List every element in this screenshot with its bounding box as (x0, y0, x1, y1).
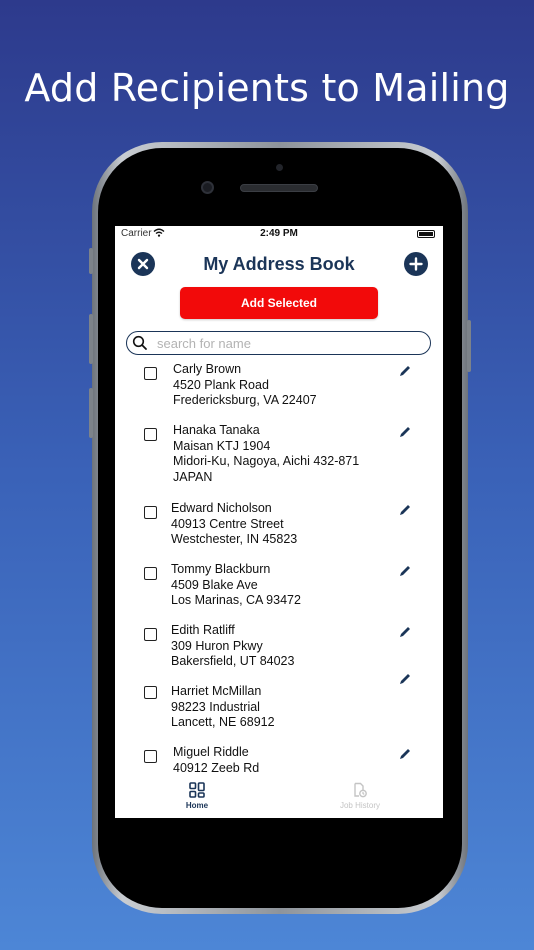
contact-checkbox[interactable] (144, 567, 157, 580)
contact-address: Edward Nicholson 40913 Centre Street Wes… (171, 501, 297, 548)
address-line: Midori-Ku, Nagoya, Aichi 432-871 (173, 454, 360, 469)
tab-job-history[interactable]: Job History (310, 782, 410, 810)
address-line: Fredericksburg, VA 22407 (173, 393, 317, 408)
address-line: 4520 Plank Road (173, 377, 269, 392)
search-placeholder: search for name (157, 336, 251, 351)
contact-address: Miguel Riddle 40912 Zeeb Rd (173, 745, 259, 776)
address-line: 309 Huron Pkwy (171, 638, 263, 653)
contact-checkbox[interactable] (144, 686, 157, 699)
pencil-icon[interactable] (398, 672, 412, 686)
search-field[interactable]: search for name (126, 331, 431, 355)
address-line: JAPAN (173, 469, 213, 484)
contact-checkbox[interactable] (144, 628, 157, 641)
headline: Add Recipients to Mailing (24, 66, 510, 110)
pencil-icon[interactable] (398, 503, 412, 517)
contact-address: Carly Brown 4520 Plank Road Fredericksbu… (173, 362, 317, 409)
contact-checkbox[interactable] (144, 428, 157, 441)
tab-bar: Home Job History (115, 778, 443, 818)
contact-name: Edward Nicholson (171, 501, 272, 515)
mute-switch (89, 248, 93, 274)
tab-home[interactable]: Home (147, 782, 247, 810)
address-line: Los Marinas, CA 93472 (171, 593, 301, 608)
address-line: Maisan KTJ 1904 (173, 438, 271, 453)
page-title: My Address Book (203, 254, 355, 274)
contact-name: Tommy Blackburn (171, 562, 271, 576)
document-clock-icon (354, 782, 367, 798)
pencil-icon[interactable] (398, 747, 412, 761)
add-selected-button[interactable]: Add Selected (180, 287, 378, 319)
contact-checkbox[interactable] (144, 750, 157, 763)
contact-name: Harriet McMillan (171, 684, 262, 698)
battery-icon (417, 230, 435, 238)
front-camera (201, 181, 214, 194)
earpiece-speaker (240, 184, 318, 192)
contact-address: Edith Ratliff 309 Huron Pkwy Bakersfield… (171, 623, 294, 670)
grid-icon (189, 782, 205, 798)
tab-history-label: Job History (339, 801, 380, 810)
contact-name: Edith Ratliff (171, 623, 235, 637)
tab-home-label: Home (185, 801, 209, 810)
contact-checkbox[interactable] (144, 506, 157, 519)
plus-icon (409, 257, 423, 271)
search-icon (132, 335, 147, 350)
address-line: 40913 Centre Street (171, 516, 284, 531)
contact-checkbox[interactable] (144, 367, 157, 380)
pencil-icon[interactable] (398, 564, 412, 578)
volume-up-button (89, 314, 93, 364)
contact-name: Carly Brown (173, 362, 242, 376)
address-line: 40912 Zeeb Rd (173, 760, 260, 775)
add-contact-button[interactable] (404, 252, 428, 276)
volume-down-button (89, 388, 93, 438)
pencil-icon[interactable] (398, 625, 412, 639)
contact-address: Hanaka Tanaka Maisan KTJ 1904 Midori-Ku,… (173, 423, 359, 485)
address-line: 4509 Blake Ave (171, 577, 258, 592)
contact-address: Tommy Blackburn 4509 Blake Ave Los Marin… (171, 562, 301, 609)
address-line: 98223 Industrial (171, 699, 260, 714)
pencil-icon[interactable] (398, 364, 412, 378)
address-line: Lancett, NE 68912 (171, 715, 275, 730)
proximity-sensor (276, 164, 283, 171)
status-bar: Carrier 2:49 PM (115, 226, 443, 242)
status-time: 2:49 PM (260, 228, 298, 239)
contact-address: Harriet McMillan 98223 Industrial Lancet… (171, 684, 275, 731)
power-button (467, 320, 471, 372)
pencil-icon[interactable] (398, 425, 412, 439)
contact-name: Hanaka Tanaka (173, 423, 260, 437)
address-line: Westchester, IN 45823 (171, 532, 298, 547)
app-screen: Carrier 2:49 PM My Address Book Add Sele… (115, 226, 443, 818)
contact-name: Miguel Riddle (173, 745, 249, 759)
address-line: Bakersfield, UT 84023 (171, 654, 295, 669)
